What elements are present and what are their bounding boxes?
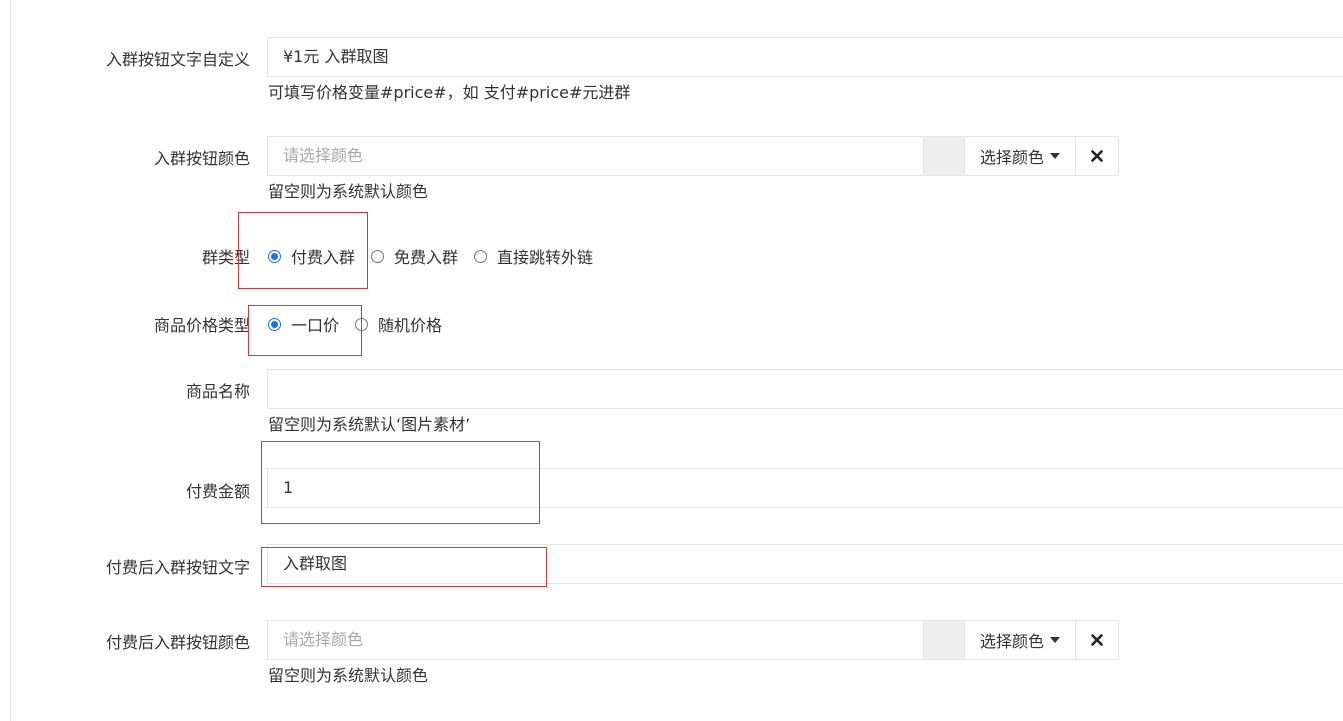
price-type-option-random[interactable]: 随机价格 xyxy=(355,312,442,336)
radio-checked-icon xyxy=(268,249,281,263)
join-button-text-label: 入群按钮文字自定义 xyxy=(105,50,250,69)
product-name-help: 留空则为系统默认‘图片素材’ xyxy=(268,415,471,434)
paid-button-text-label: 付费后入群按钮文字 xyxy=(105,558,250,577)
radio-unchecked-icon xyxy=(474,249,488,263)
close-icon xyxy=(1091,150,1103,162)
close-icon xyxy=(1091,634,1103,646)
amount-input[interactable]: 1 xyxy=(267,468,1343,508)
radio-label: 直接跳转外链 xyxy=(497,248,594,267)
paid-button-color-input[interactable]: 请选择颜色 xyxy=(267,620,924,660)
amount-label: 付费金额 xyxy=(185,482,250,501)
caret-down-icon xyxy=(1050,153,1060,159)
group-type-radio-group: 付费入群 免费入群 直接跳转外链 xyxy=(268,244,609,268)
join-button-color-clear-button[interactable] xyxy=(1075,136,1119,176)
radio-label: 免费入群 xyxy=(394,248,459,267)
join-button-color-label: 入群按钮颜色 xyxy=(153,149,250,168)
radio-unchecked-icon xyxy=(371,249,385,263)
paid-button-color-pick-button[interactable]: 选择颜色 xyxy=(964,620,1076,660)
price-type-label: 商品价格类型 xyxy=(153,316,250,335)
join-button-text-input[interactable]: ¥1元 入群取图 xyxy=(267,37,1343,77)
paid-button-color-help: 留空则为系统默认颜色 xyxy=(268,666,429,685)
left-divider xyxy=(10,0,11,721)
group-type-option-external-link[interactable]: 直接跳转外链 xyxy=(474,244,593,268)
pick-color-label: 选择颜色 xyxy=(979,632,1044,651)
product-name-input[interactable] xyxy=(267,369,1343,409)
paid-button-color-swatch[interactable] xyxy=(924,620,965,660)
paid-button-text-input[interactable]: 入群取图 xyxy=(267,544,1343,584)
group-type-option-free[interactable]: 免费入群 xyxy=(371,244,458,268)
paid-button-color-placeholder: 请选择颜色 xyxy=(283,630,364,649)
form-page: 入群按钮文字自定义 ¥1元 入群取图 可填写价格变量#price#，如 支付#p… xyxy=(0,0,1343,721)
join-button-color-pick-button[interactable]: 选择颜色 xyxy=(964,136,1076,176)
pick-color-label: 选择颜色 xyxy=(979,148,1044,167)
join-button-color-swatch[interactable] xyxy=(924,136,965,176)
radio-unchecked-icon xyxy=(355,317,369,331)
group-type-option-paid[interactable]: 付费入群 xyxy=(268,244,355,268)
join-button-color-placeholder: 请选择颜色 xyxy=(283,146,364,165)
radio-label: 随机价格 xyxy=(378,316,443,335)
product-name-label: 商品名称 xyxy=(185,382,250,401)
group-type-label: 群类型 xyxy=(201,248,250,267)
price-type-option-fixed[interactable]: 一口价 xyxy=(268,312,339,336)
caret-down-icon xyxy=(1050,637,1060,643)
radio-checked-icon xyxy=(268,317,281,331)
paid-button-color-clear-button[interactable] xyxy=(1075,620,1119,660)
join-button-color-input[interactable]: 请选择颜色 xyxy=(267,136,924,176)
join-button-text-help: 可填写价格变量#price#，如 支付#price#元进群 xyxy=(268,83,631,102)
price-type-radio-group: 一口价 随机价格 xyxy=(268,312,458,336)
join-button-color-help: 留空则为系统默认颜色 xyxy=(268,182,429,201)
radio-label: 付费入群 xyxy=(291,248,356,267)
paid-button-color-label: 付费后入群按钮颜色 xyxy=(105,633,250,652)
radio-label: 一口价 xyxy=(291,316,340,335)
